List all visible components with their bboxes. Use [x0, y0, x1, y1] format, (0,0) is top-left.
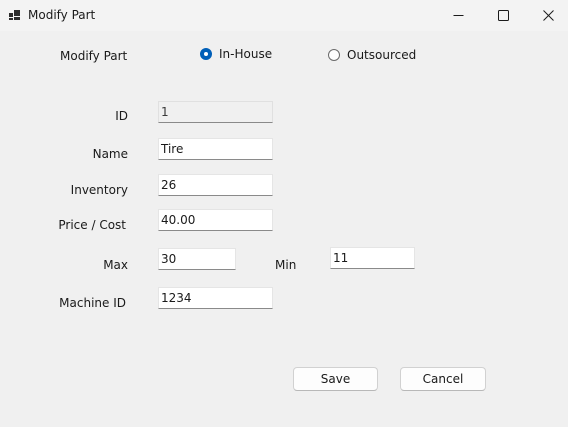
machine-id-label: Machine ID	[59, 296, 126, 310]
outsourced-label: Outsourced	[347, 48, 417, 62]
max-label: Max	[103, 258, 128, 272]
id-field: 1	[158, 101, 273, 123]
name-label: Name	[92, 147, 128, 161]
minimize-icon	[453, 10, 464, 21]
inventory-field[interactable]: 26	[158, 174, 273, 196]
min-field[interactable]: 11	[330, 247, 415, 269]
outsourced-radio[interactable]: Outsourced	[328, 48, 416, 62]
minimize-button[interactable]	[436, 0, 480, 31]
price-cost-label: Price / Cost	[58, 218, 126, 232]
machine-id-field[interactable]: 1234	[158, 287, 273, 309]
in-house-label: In-House	[219, 47, 273, 61]
window-title: Modify Part	[28, 8, 96, 22]
close-button[interactable]	[526, 0, 568, 31]
radio-checked-icon	[200, 48, 212, 60]
maximize-icon	[497, 10, 509, 21]
close-icon	[542, 10, 554, 21]
app-window-icon	[9, 9, 21, 21]
name-field[interactable]: Tire	[158, 138, 273, 160]
modify-part-window: Modify Part Modify Part In-House Outsour…	[0, 0, 568, 427]
id-label: ID	[115, 109, 128, 123]
price-cost-field[interactable]: 40.00	[158, 209, 273, 231]
in-house-radio[interactable]: In-House	[200, 47, 272, 61]
radio-unchecked-icon	[328, 49, 340, 61]
cancel-button[interactable]: Cancel	[400, 367, 486, 391]
title-bar[interactable]: Modify Part	[0, 0, 568, 31]
max-field[interactable]: 30	[158, 248, 236, 270]
save-button[interactable]: Save	[293, 367, 378, 391]
min-label: Min	[275, 258, 297, 272]
maximize-button[interactable]	[481, 0, 525, 31]
form-heading: Modify Part	[60, 49, 128, 63]
inventory-label: Inventory	[70, 183, 128, 197]
